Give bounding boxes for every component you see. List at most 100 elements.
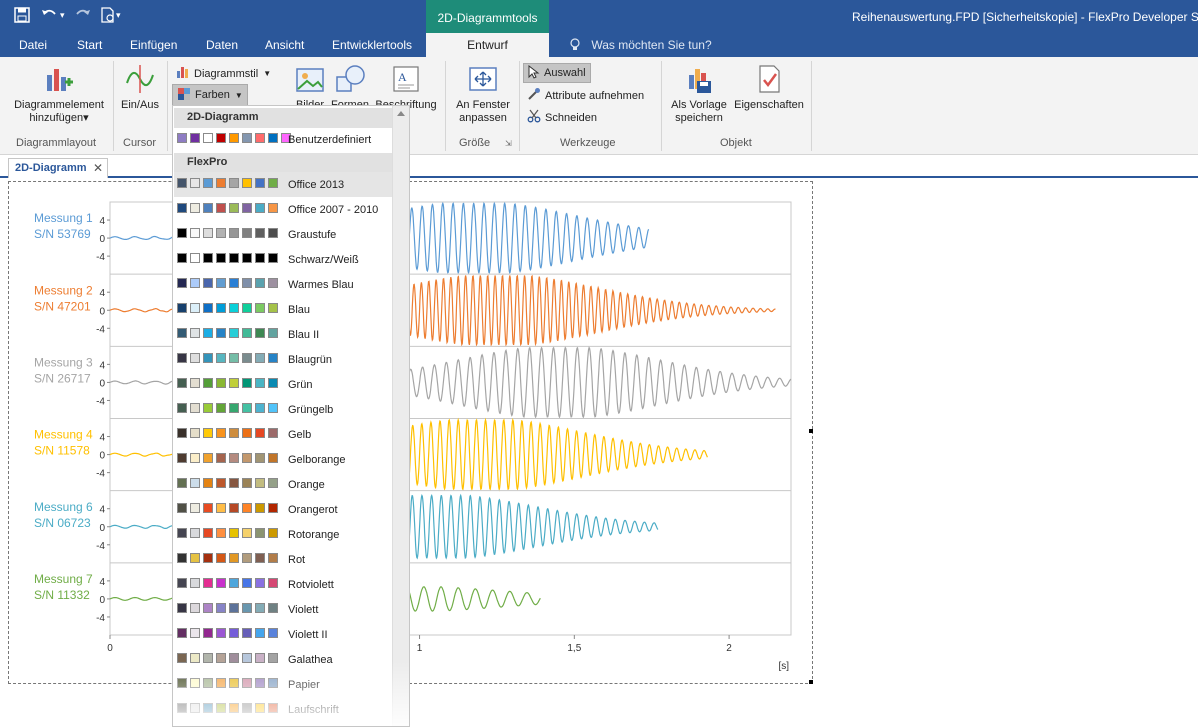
color-scheme-item[interactable]: Office 2007 - 2010 <box>174 197 393 222</box>
color-scheme-item[interactable]: Rotorange <box>174 522 393 547</box>
color-scheme-item[interactable]: Gelb <box>174 422 393 447</box>
cursor-toggle-button[interactable]: Ein/Aus <box>116 63 164 112</box>
color-swatch <box>216 453 226 463</box>
tab-entwicklertools[interactable]: Entwicklertools <box>332 33 412 57</box>
color-swatch <box>203 478 213 488</box>
color-scheme-item[interactable]: Blau <box>174 297 393 322</box>
color-scheme-item[interactable]: Schwarz/Weiß <box>174 247 393 272</box>
color-scheme-item[interactable]: Papier <box>174 672 393 697</box>
x-unit-label: [s] <box>778 661 789 672</box>
color-scheme-item[interactable]: Rot <box>174 547 393 572</box>
document-properties-icon[interactable] <box>100 5 116 25</box>
color-swatch-row <box>177 453 281 463</box>
copy-attributes-button[interactable]: Attribute aufnehmen <box>527 87 644 104</box>
fit-to-window-button[interactable]: An Fenster anpassen <box>450 63 516 125</box>
color-scheme-label: Blaugrün <box>288 353 333 366</box>
redo-icon[interactable] <box>74 5 92 25</box>
color-swatch <box>242 503 252 513</box>
add-chart-element-button[interactable]: Diagrammelement hinzufügen▾ <box>10 63 108 125</box>
color-scheme-item[interactable]: Rotviolett <box>174 572 393 597</box>
color-swatch <box>229 703 239 713</box>
tab-daten[interactable]: Daten <box>206 33 238 57</box>
color-scheme-item-custom[interactable]: Benutzerdefiniert <box>174 127 393 152</box>
color-scheme-label: Grün <box>288 378 313 391</box>
add-chart-element-label: Diagrammelement <box>14 99 104 111</box>
chart-style-button[interactable]: Diagrammstil ▼ <box>176 65 271 82</box>
color-scheme-label: Blau II <box>288 328 320 341</box>
tab-datei[interactable]: Datei <box>19 33 47 57</box>
color-scheme-item[interactable]: Grüngelb <box>174 397 393 422</box>
color-swatch <box>216 578 226 588</box>
color-swatch <box>242 703 252 713</box>
color-swatch <box>216 253 226 263</box>
qat-customize-icon[interactable]: ▾ <box>116 5 121 25</box>
color-swatch <box>255 553 265 563</box>
color-scheme-item[interactable]: Blaugrün <box>174 347 393 372</box>
color-swatch <box>177 328 187 338</box>
undo-icon[interactable] <box>40 5 58 25</box>
color-scheme-item[interactable]: Laufschrift <box>174 697 393 722</box>
color-swatch <box>216 428 226 438</box>
color-swatch <box>229 453 239 463</box>
cut-tool-button[interactable]: Schneiden <box>527 109 597 126</box>
color-swatch-row <box>177 478 281 488</box>
color-swatch <box>177 353 187 363</box>
color-swatch <box>229 278 239 288</box>
save-as-template-button[interactable]: Als Vorlage speichern <box>666 63 732 125</box>
color-scheme-item[interactable]: Graustufe <box>174 222 393 247</box>
color-swatch <box>190 578 200 588</box>
color-swatch <box>255 278 265 288</box>
color-swatch-row <box>177 703 281 713</box>
tab-start[interactable]: Start <box>77 33 102 57</box>
color-swatch <box>229 603 239 613</box>
color-swatch <box>216 203 226 213</box>
selection-handle[interactable] <box>809 680 813 684</box>
color-swatch <box>242 578 252 588</box>
color-swatch <box>190 203 200 213</box>
tab-entwurf[interactable]: Entwurf <box>426 33 549 57</box>
scissors-icon <box>527 109 541 126</box>
y-tick-label: 0 <box>99 595 105 606</box>
document-tab[interactable]: 2D-Diagramm ✕ <box>8 158 108 178</box>
color-swatch-row <box>177 503 281 513</box>
selection-handle[interactable] <box>809 429 813 433</box>
color-swatch <box>203 653 213 663</box>
tell-me-box[interactable]: Was möchten Sie tun? <box>570 33 712 57</box>
color-swatch-row <box>177 428 281 438</box>
color-swatch <box>255 228 265 238</box>
colors-button[interactable]: Farben ▼ <box>172 84 248 106</box>
dropdown-scrollbar[interactable] <box>392 106 409 726</box>
save-icon[interactable] <box>14 5 30 25</box>
series-name-label: Messung 4 <box>34 428 93 442</box>
color-scheme-item[interactable]: Grün <box>174 372 393 397</box>
color-scheme-label: Galathea <box>288 653 333 666</box>
color-scheme-label: Gelborange <box>288 453 346 466</box>
color-scheme-item[interactable]: Galathea <box>174 647 393 672</box>
tab-ansicht[interactable]: Ansicht <box>265 33 304 57</box>
color-scheme-item[interactable]: Orangerot <box>174 497 393 522</box>
add-chart-element-label2: hinzufügen▾ <box>29 112 89 124</box>
color-swatch <box>203 528 213 538</box>
scroll-up-icon[interactable] <box>397 111 405 116</box>
properties-button[interactable]: Eigenschaften <box>730 63 808 112</box>
color-scheme-item[interactable]: Blau II <box>174 322 393 347</box>
color-scheme-item[interactable]: Violett II <box>174 622 393 647</box>
color-swatch <box>242 553 252 563</box>
close-icon[interactable]: ✕ <box>93 161 103 175</box>
color-scheme-label: Blau <box>288 303 311 316</box>
selection-tool-button[interactable]: Auswahl <box>523 63 591 83</box>
color-scheme-item[interactable]: Gelborange <box>174 447 393 472</box>
color-scheme-item[interactable]: Office 2013 <box>174 172 393 197</box>
color-swatch <box>190 678 200 688</box>
colors-label: Farben <box>195 89 230 101</box>
color-scheme-item[interactable]: Warmes Blau <box>174 272 393 297</box>
tab-einfuegen[interactable]: Einfügen <box>130 33 177 57</box>
color-swatch <box>255 203 265 213</box>
undo-dropdown-icon[interactable]: ▾ <box>60 5 65 25</box>
color-swatch <box>268 678 278 688</box>
dialog-launcher-icon[interactable]: ⇲ <box>505 139 512 148</box>
color-scheme-item[interactable]: Violett <box>174 597 393 622</box>
color-swatch <box>255 328 265 338</box>
color-swatch-row <box>177 328 281 338</box>
color-scheme-item[interactable]: Orange <box>174 472 393 497</box>
